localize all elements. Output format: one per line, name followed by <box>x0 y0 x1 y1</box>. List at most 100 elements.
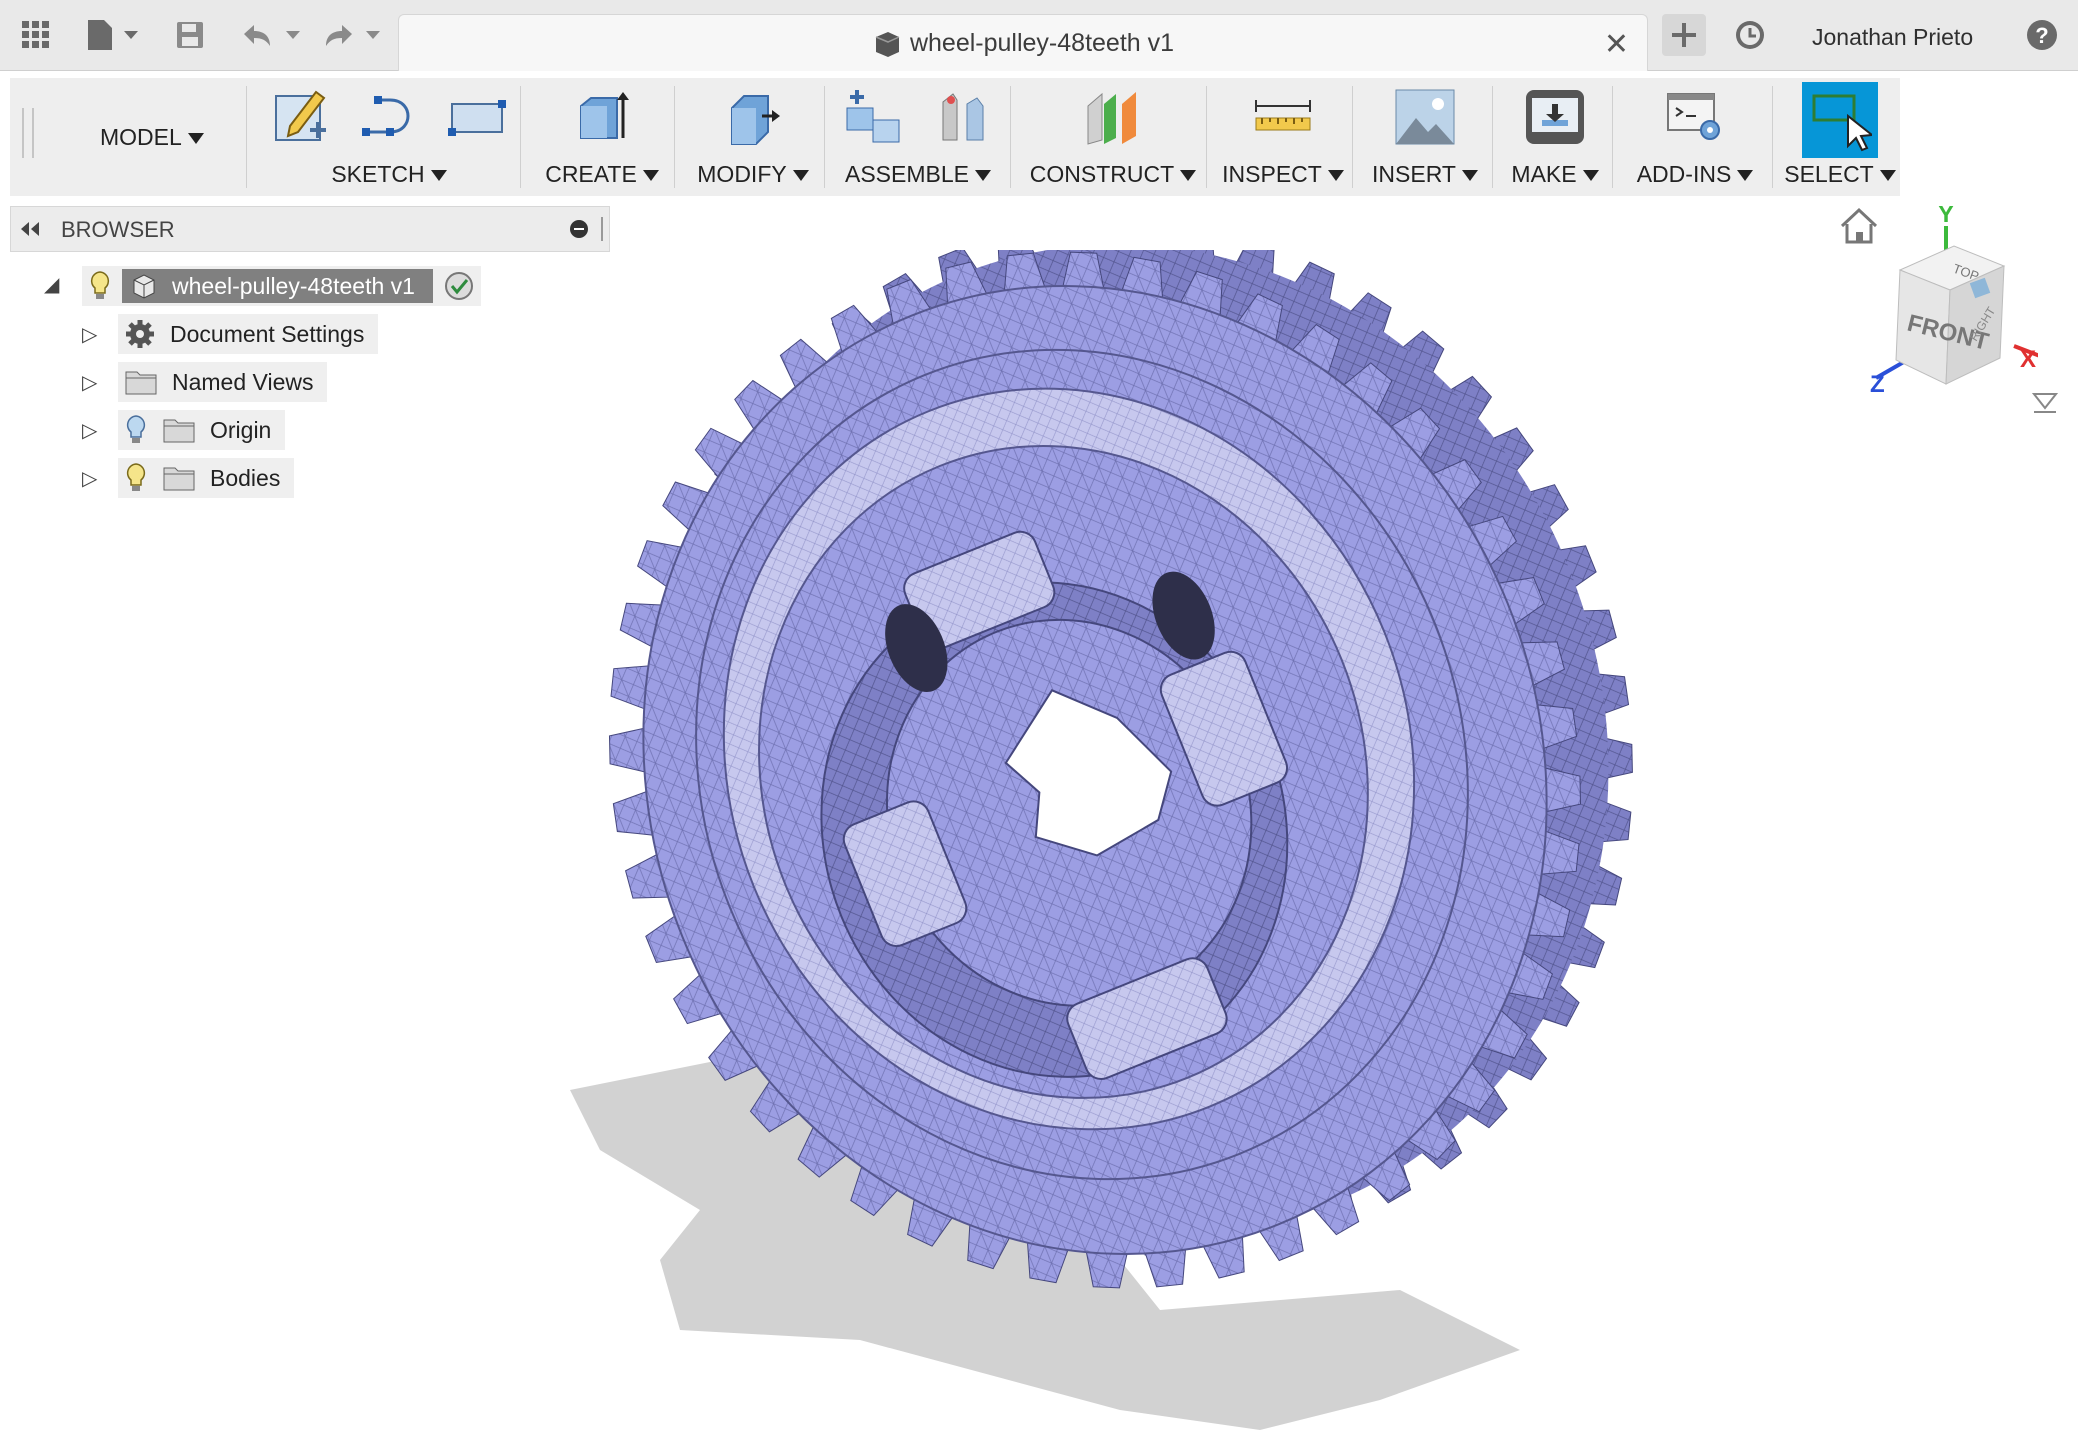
divider <box>1612 86 1613 188</box>
toolbar-grip[interactable] <box>22 108 34 158</box>
3d-viewport[interactable] <box>0 250 2078 1452</box>
axis-x-label: X <box>2020 346 2036 373</box>
divider <box>824 86 825 188</box>
add-ins-menu[interactable]: ADD-INS <box>1620 161 1770 188</box>
collapse-panel-icon[interactable] <box>19 219 45 239</box>
panel-resize-handle[interactable] <box>601 217 603 241</box>
job-status-icon[interactable] <box>1730 14 1770 56</box>
folder-icon <box>125 371 157 395</box>
create-sketch-icon[interactable] <box>270 86 332 148</box>
tree-item-label: Origin <box>210 416 272 443</box>
tree-root[interactable]: wheel-pulley-48teeth v1 <box>82 266 481 306</box>
construct-menu[interactable]: CONSTRUCT <box>1018 161 1208 188</box>
3d-print-icon[interactable] <box>1524 86 1586 148</box>
lightbulb-icon[interactable] <box>88 270 112 302</box>
press-pull-icon[interactable] <box>722 86 784 148</box>
group-label: INSERT <box>1372 161 1456 187</box>
tree-item-named-views[interactable]: Named Views <box>118 362 328 402</box>
select-tool-button[interactable] <box>1802 82 1878 158</box>
divider <box>1352 86 1353 188</box>
construct-group: CONSTRUCT <box>1018 78 1208 196</box>
expand-tree-icon[interactable]: ▷ <box>82 322 97 347</box>
lightbulb-icon[interactable] <box>124 462 148 494</box>
help-icon[interactable]: ? <box>2022 14 2062 56</box>
workspace-label: MODEL <box>100 124 182 150</box>
inspect-menu[interactable]: INSPECT <box>1216 161 1350 188</box>
select-group: SELECT <box>1780 78 1900 196</box>
divider <box>246 86 247 188</box>
collapse-tree-icon[interactable]: ◢ <box>44 272 59 297</box>
workspace-switcher[interactable]: MODEL <box>100 124 204 151</box>
file-menu-button[interactable] <box>84 14 144 56</box>
assemble-group: ASSEMBLE <box>832 78 1004 196</box>
viewcube-menu-icon[interactable] <box>2032 392 2058 416</box>
group-label: CONSTRUCT <box>1029 161 1175 187</box>
component-icon <box>133 274 155 299</box>
divider <box>520 86 521 188</box>
undo-icon[interactable] <box>238 14 308 56</box>
insert-group: INSERT <box>1360 78 1490 196</box>
browser-title: BROWSER <box>61 217 175 242</box>
group-label: MAKE <box>1511 161 1577 187</box>
create-group: CREATE <box>532 78 672 196</box>
tree-item-label: Named Views <box>172 368 314 395</box>
group-label: SELECT <box>1784 161 1874 187</box>
chevron-down-icon <box>1582 170 1599 182</box>
chevron-down-icon <box>1461 170 1478 182</box>
root-label: wheel-pulley-48teeth v1 <box>172 272 415 299</box>
minimize-panel-icon[interactable] <box>569 219 589 239</box>
joint-icon[interactable] <box>931 86 993 148</box>
apps-grid-icon[interactable] <box>14 14 58 56</box>
close-icon[interactable]: ✕ <box>1604 27 1629 62</box>
lightbulb-icon[interactable] <box>124 414 148 446</box>
chevron-down-icon <box>1879 170 1896 182</box>
chevron-down-icon <box>1180 170 1197 182</box>
rectangle-tool-icon[interactable] <box>446 86 508 148</box>
tree-item-label: Document Settings <box>170 320 365 347</box>
pulley-model[interactable] <box>451 250 1791 1435</box>
measure-icon[interactable] <box>1252 86 1314 148</box>
save-icon[interactable] <box>172 14 208 56</box>
ribbon-toolbar: MODEL SKETCH CREATE MODIFY ASSEMBLE CONS… <box>10 78 1900 196</box>
sketch-menu[interactable]: SKETCH <box>258 161 520 188</box>
make-menu[interactable]: MAKE <box>1500 161 1610 188</box>
chevron-down-icon <box>642 170 659 182</box>
axis-z-label: Z <box>1870 371 1885 398</box>
document-title: wheel-pulley-48teeth v1 <box>909 29 1175 57</box>
insert-menu[interactable]: INSERT <box>1360 161 1490 188</box>
new-tab-icon[interactable] <box>1662 14 1706 56</box>
group-label: SKETCH <box>331 161 425 187</box>
group-label: ADD-INS <box>1636 161 1732 187</box>
browser-panel-header: BROWSER <box>10 206 610 252</box>
divider <box>1206 86 1207 188</box>
line-tool-icon[interactable] <box>358 86 420 148</box>
expand-tree-icon[interactable]: ▷ <box>82 370 97 395</box>
select-cursor-icon <box>1812 94 1872 152</box>
view-cube[interactable]: TOP FRONT RIGHT Y X Z <box>1838 206 2058 426</box>
extrude-icon[interactable] <box>571 86 633 148</box>
document-tab[interactable]: wheel-pulley-48teeth v1 ✕ <box>398 14 1648 71</box>
tree-item-origin[interactable]: Origin <box>118 410 286 450</box>
sketch-group: SKETCH <box>258 78 520 196</box>
offset-plane-icon[interactable] <box>1082 86 1144 148</box>
chevron-down-icon <box>1737 170 1754 182</box>
tree-item-document-settings[interactable]: Document Settings <box>118 314 379 354</box>
redo-icon[interactable] <box>318 14 388 56</box>
assemble-menu[interactable]: ASSEMBLE <box>832 161 1004 188</box>
add-ins-group: ADD-INS <box>1620 78 1770 196</box>
user-name[interactable]: Jonathan Prieto <box>1812 24 1973 51</box>
make-group: MAKE <box>1500 78 1610 196</box>
insert-image-icon[interactable] <box>1394 86 1456 148</box>
tree-item-bodies[interactable]: Bodies <box>118 458 295 498</box>
scripts-addins-icon[interactable] <box>1664 86 1726 148</box>
expand-tree-icon[interactable]: ▷ <box>82 418 97 443</box>
divider <box>1010 86 1011 188</box>
modify-menu[interactable]: MODIFY <box>684 161 822 188</box>
axis-y-label: Y <box>1938 206 1954 228</box>
create-menu[interactable]: CREATE <box>532 161 672 188</box>
select-menu[interactable]: SELECT <box>1780 161 1900 188</box>
divider <box>1772 86 1773 188</box>
view-cube-graphic[interactable]: TOP FRONT RIGHT Y X Z <box>1854 206 2038 426</box>
expand-tree-icon[interactable]: ▷ <box>82 466 97 491</box>
new-component-icon[interactable] <box>843 86 905 148</box>
